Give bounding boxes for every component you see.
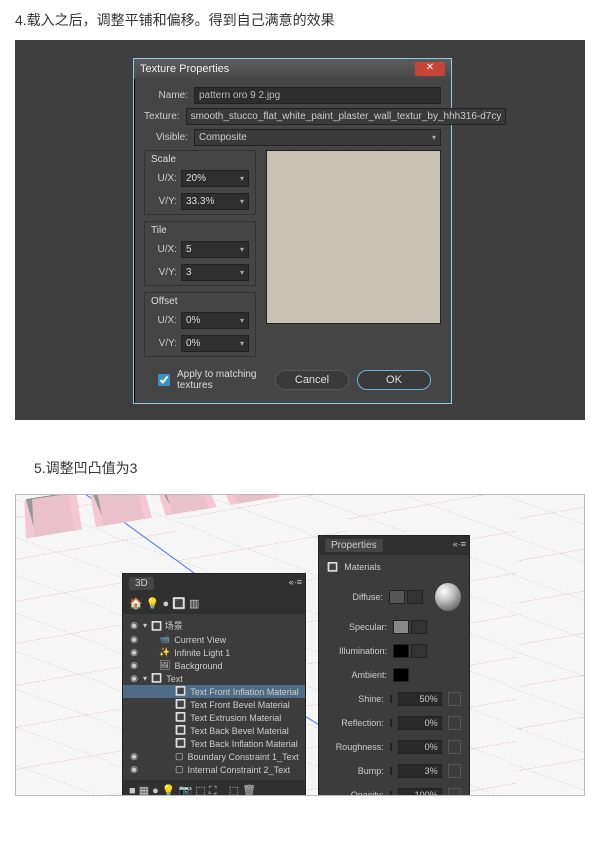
name-field[interactable]: pattern oro 9 2.jpg [194,87,441,104]
close-icon[interactable]: ✕ [415,62,445,76]
roughness-prop[interactable]: Roughness:0% [319,735,469,759]
opacity-prop[interactable]: Opacity:100% [319,783,469,796]
tree-row[interactable]: 🔳 Text Front Bevel Material [123,698,305,711]
materials-label: Materials [344,562,381,572]
shine-prop[interactable]: Shine:50% [319,687,469,711]
tree-row[interactable]: ◉📹 Current View [123,633,305,646]
scale-group: Scale U/X: 20%▾ V/Y: 33.3%▾ [144,150,256,215]
tree-row[interactable]: ◉▢ Boundary Constraint 1_Text [123,750,305,763]
3d-filter-bar[interactable]: 🏠 💡 ● 🔳 ▥ [123,593,305,614]
name-label: Name: [144,90,188,101]
tree-row[interactable]: ◉▢ Internal Constraint 2_Text [123,763,305,776]
properties-panel: «·≡ Properties 🔳Materials Diffuse: Specu… [318,535,470,796]
chevron-down-icon: ▾ [432,133,436,142]
panel-menu-icon[interactable]: «·≡ [453,539,466,549]
cancel-button[interactable]: Cancel [275,370,349,390]
3d-scene-tree: ◉▾🔳 场景 ◉📹 Current View ◉✨ Infinite Light… [123,614,305,780]
tree-row[interactable]: ◉▾🔳 Text [123,672,305,685]
offset-ux-input[interactable]: 0%▾ [181,312,249,329]
dialog-titlebar: Texture Properties ✕ [134,59,451,79]
tile-vy-input[interactable]: 3▾ [181,264,249,281]
texture-preview [266,150,441,324]
offset-vy-input[interactable]: 0%▾ [181,335,249,352]
scale-vy-input[interactable]: 33.3%▾ [181,193,249,210]
reflection-prop[interactable]: Reflection:0% [319,711,469,735]
dialog-title: Texture Properties [140,63,229,75]
tile-group: Tile U/X: 5▾ V/Y: 3▾ [144,221,256,286]
offset-group: Offset U/X: 0%▾ V/Y: 0%▾ [144,292,256,357]
tree-row[interactable]: 🔳 Text Extrusion Material [123,711,305,724]
apply-matching-checkbox[interactable]: Apply to matching textures [154,369,267,391]
tree-row[interactable]: ◉✨ Infinite Light 1 [123,646,305,659]
tile-ux-input[interactable]: 5▾ [181,241,249,258]
texture-label: Texture: [144,111,180,122]
3d-panel: «·≡ 3D 🏠 💡 ● 🔳 ▥ ◉▾🔳 场景 ◉📹 Current View … [122,573,306,796]
3d-text-object[interactable]: PAPER [15,494,343,533]
tree-row[interactable]: ◉▾🔳 场景 [123,618,305,633]
screenshot-1: Texture Properties ✕ Name: pattern oro 9… [15,40,585,420]
screenshot-2: PAPER «·≡ 3D 🏠 💡 ● 🔳 ▥ ◉▾🔳 场景 ◉📹 Current… [15,494,585,796]
tree-row[interactable]: 🔳 Text Back Bevel Material [123,724,305,737]
ok-button[interactable]: OK [357,370,431,390]
panel-menu-icon[interactable]: «·≡ [289,577,302,587]
texture-properties-dialog: Texture Properties ✕ Name: pattern oro 9… [133,58,452,404]
scale-ux-input[interactable]: 20%▾ [181,170,249,187]
tree-row[interactable]: ◉🖼 Background [123,659,305,672]
material-preview-sphere[interactable] [435,583,461,611]
bump-prop[interactable]: Bump:3% [319,759,469,783]
visible-select[interactable]: Composite ▾ [194,129,441,146]
step4-caption: 4.载入之后，调整平铺和偏移。得到自己满意的效果 [0,0,600,36]
tree-row-selected[interactable]: 🔳 Text Front Inflation Material [123,685,305,698]
step5-caption: 5.调整凹凸值为3 [0,450,600,484]
tab-properties[interactable]: Properties [325,539,383,552]
3d-bottom-toolbar[interactable]: ■ ▦ ● 💡 📷 ⬚ ⛶ ⬚ 🗑 [123,780,305,796]
tree-row[interactable]: 🔳 Text Back Inflation Material [123,737,305,750]
tab-3d[interactable]: 3D [129,577,154,590]
visible-label: Visible: [144,132,188,143]
texture-select[interactable]: smooth_stucco_flat_white_paint_plaster_w… [186,108,507,125]
